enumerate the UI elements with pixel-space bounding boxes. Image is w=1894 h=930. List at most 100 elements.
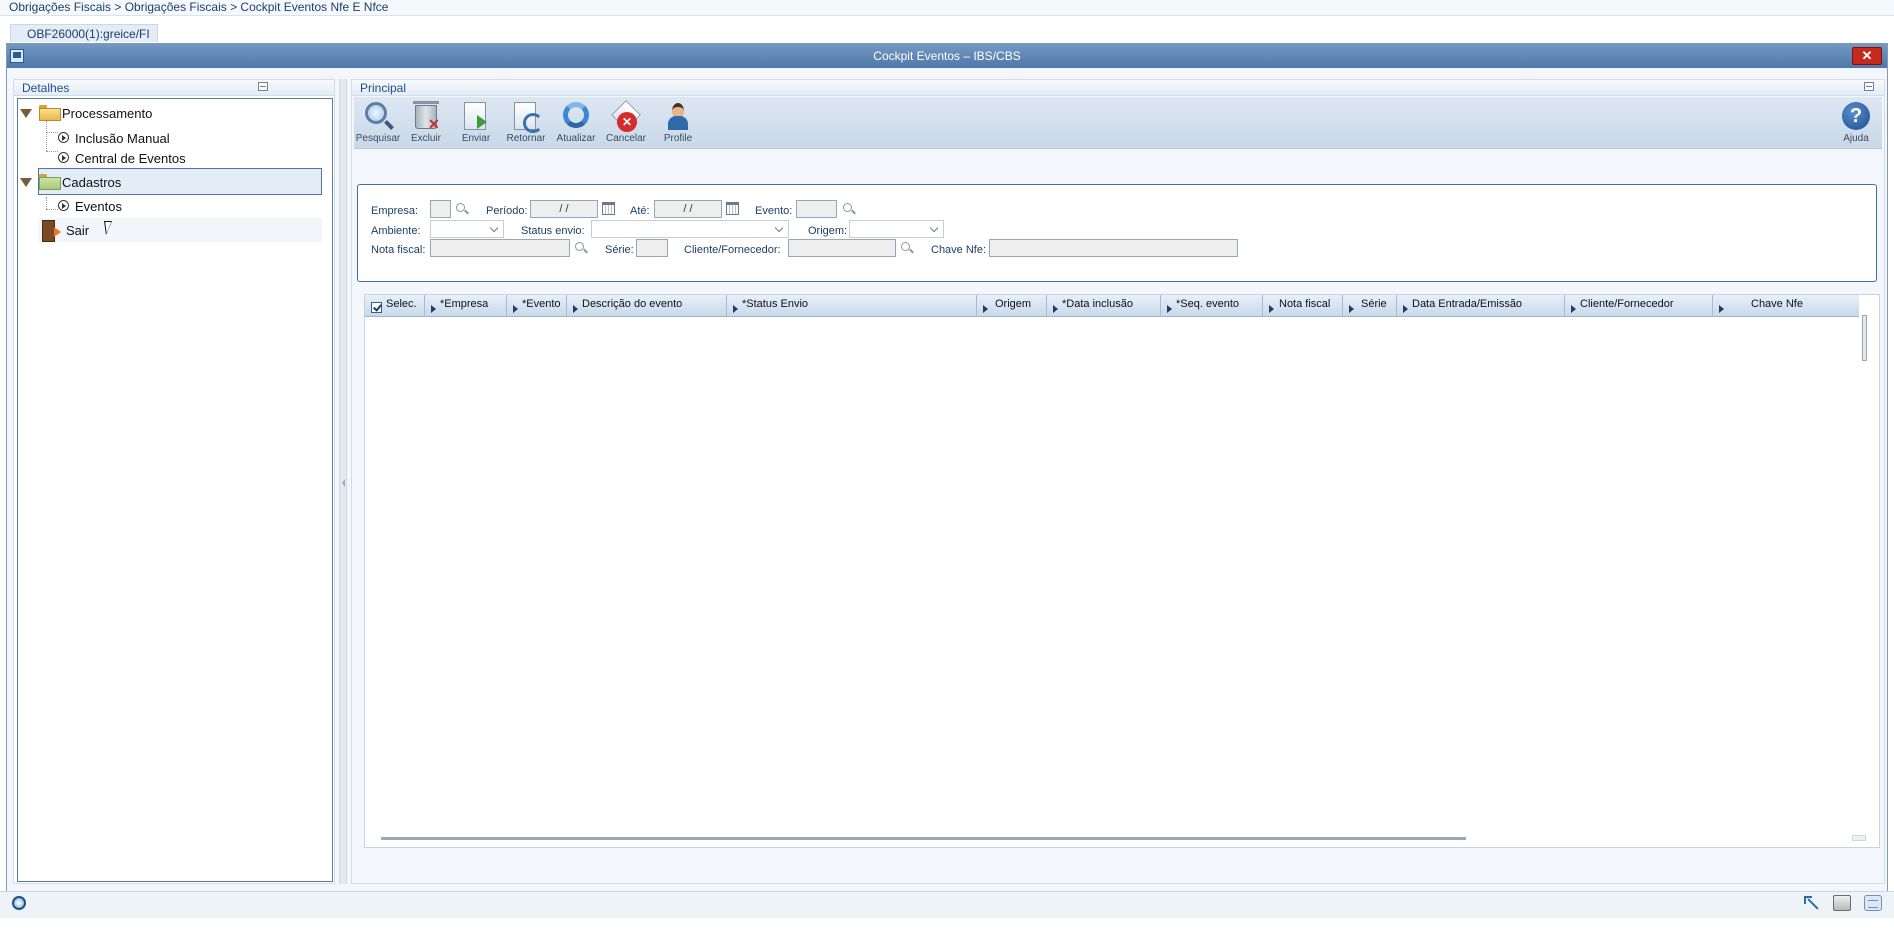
send-button-label: Enviar (461, 133, 491, 144)
main-panel-title: Principal (360, 81, 407, 95)
help-button-label: Ajuda (1843, 133, 1869, 144)
column-header-label: Cliente/Fornecedor (1580, 298, 1674, 310)
details-panel-header: Detalhes (14, 80, 334, 96)
breadcrumb: Obrigações Fiscais > Obrigações Fiscais … (0, 0, 1894, 16)
print-icon[interactable] (1833, 895, 1851, 911)
tree-item-central-de-eventos[interactable]: Central de Eventos (58, 148, 318, 168)
column-header-nota-fiscal[interactable]: Nota fiscal (1263, 295, 1343, 317)
tree-item-processamento[interactable]: Processamento (20, 103, 320, 123)
column-header-label: Nota fiscal (1279, 298, 1331, 310)
column-header-status-envio[interactable]: *Status Envio (727, 295, 977, 317)
cliente-fornecedor-label: Cliente/Fornecedor: (684, 244, 781, 256)
empresa-label: Empresa: (371, 205, 419, 217)
vertical-scrollbar[interactable] (1862, 315, 1867, 361)
search-icon (365, 102, 387, 124)
globe-icon[interactable] (12, 896, 26, 910)
evento-label: Evento: (755, 205, 793, 217)
tree-item-label: Inclusão Manual (75, 131, 170, 146)
main-panel-header: Principal (352, 80, 1884, 96)
column-header-chave-nfe[interactable]: Chave Nfe (1713, 295, 1859, 317)
breadcrumb-text: Obrigações Fiscais > Obrigações Fiscais … (9, 0, 389, 14)
caret-down-icon[interactable] (20, 109, 32, 118)
tree-item-sair[interactable]: Sair (42, 220, 320, 242)
details-panel: Detalhes Processamento Inclusão Manual C… (13, 79, 335, 884)
column-header-data-inclusao[interactable]: *Data inclusão (1047, 295, 1161, 317)
close-button[interactable]: ✕ (1852, 47, 1882, 65)
column-header-evento[interactable]: *Evento (507, 295, 567, 317)
ambiente-select[interactable] (430, 220, 504, 238)
zoom-lookup-icon[interactable] (456, 203, 468, 215)
refresh-button-label: Atualizar (556, 133, 596, 144)
cancel-icon: ✕ (617, 112, 637, 132)
select-all-checkbox[interactable] (371, 302, 382, 313)
sort-arrow-icon (1053, 305, 1058, 313)
help-button[interactable]: ? Ajuda (1834, 100, 1878, 146)
tree-item-cadastros[interactable]: Cadastros (20, 172, 320, 192)
delete-button[interactable]: Excluir (404, 100, 448, 146)
help-icon: ? (1842, 102, 1870, 130)
calendar-icon[interactable] (602, 202, 615, 215)
tree-line (46, 121, 47, 151)
column-header-selec[interactable]: Selec. (365, 295, 425, 317)
column-header-serie[interactable]: Série (1343, 295, 1397, 317)
column-header-label: *Status Envio (742, 298, 809, 310)
periodo-start-input[interactable]: / / (530, 200, 598, 218)
sort-arrow-icon (733, 305, 738, 313)
chat-icon[interactable] (1864, 895, 1882, 911)
column-header-label: Série (1361, 298, 1387, 310)
main-window: Cockpit Eventos – IBS/CBS ✕ Detalhes Pro… (6, 43, 1888, 918)
column-header-label: *Evento (522, 298, 561, 310)
cancel-button[interactable]: ✕ Cancelar (604, 100, 648, 146)
column-header-cliente-fornecedor[interactable]: Cliente/Fornecedor (1565, 295, 1713, 317)
column-header-label: Origem (995, 298, 1032, 310)
refresh-button[interactable]: Atualizar (554, 100, 598, 146)
panel-splitter[interactable] (339, 79, 347, 884)
sort-arrow-icon (513, 305, 518, 313)
collapse-icon[interactable] (1864, 82, 1874, 91)
serie-input[interactable] (636, 239, 668, 257)
tree-line (46, 132, 58, 133)
chave-nfe-input[interactable] (989, 239, 1238, 257)
column-header-data-entrada-emissao[interactable]: Data Entrada/Emissão (1397, 295, 1565, 317)
column-header-label: *Seq. evento (1176, 298, 1239, 310)
events-grid: Selec. *Empresa *Evento Descrição do eve… (364, 294, 1880, 848)
collapse-icon[interactable] (258, 82, 268, 91)
search-button[interactable]: Pesquisar (356, 100, 400, 146)
return-button[interactable]: Retornar (504, 100, 548, 146)
expand-icon[interactable] (1803, 895, 1821, 911)
profile-button[interactable]: Profile (656, 100, 700, 146)
column-header-descricao-evento[interactable]: Descrição do evento (567, 295, 727, 317)
sort-arrow-icon (1719, 305, 1724, 313)
periodo-end-input[interactable]: / / (654, 200, 722, 218)
zoom-lookup-icon[interactable] (843, 203, 855, 215)
sort-arrow-icon (573, 305, 578, 313)
zoom-lookup-icon[interactable] (575, 242, 587, 254)
program-tab[interactable]: OBF26000(1):greice/FI (10, 24, 158, 42)
status-envio-select[interactable] (591, 220, 789, 238)
tree-item-label: Eventos (75, 199, 122, 214)
origem-select[interactable] (849, 220, 944, 238)
tree-item-inclusao-manual[interactable]: Inclusão Manual (58, 128, 318, 148)
send-document-icon (464, 102, 487, 130)
column-header-label: *Data inclusão (1062, 298, 1133, 310)
horizontal-scrollbar[interactable] (381, 837, 1466, 840)
cancel-button-label: Cancelar (605, 133, 647, 144)
send-button[interactable]: Enviar (454, 100, 498, 146)
arrow-circle-icon (58, 132, 69, 143)
caret-down-icon[interactable] (20, 178, 32, 187)
zoom-lookup-icon[interactable] (901, 242, 913, 254)
cliente-fornecedor-input[interactable] (788, 239, 896, 257)
nota-fiscal-label: Nota fiscal: (371, 244, 426, 256)
empresa-input[interactable] (430, 200, 451, 218)
window-titlebar: Cockpit Eventos – IBS/CBS ✕ (7, 44, 1887, 68)
column-header-seq-evento[interactable]: *Seq. evento (1161, 295, 1263, 317)
column-header-origem[interactable]: Origem (977, 295, 1047, 317)
evento-input[interactable] (796, 200, 837, 218)
column-header-label: Descrição do evento (582, 298, 683, 310)
nota-fiscal-input[interactable] (430, 239, 570, 257)
profile-button-label: Profile (663, 133, 693, 144)
tree-item-eventos[interactable]: Eventos (58, 196, 318, 216)
calendar-icon[interactable] (726, 202, 739, 215)
periodo-label: Período: (486, 205, 528, 217)
column-header-empresa[interactable]: *Empresa (425, 295, 507, 317)
